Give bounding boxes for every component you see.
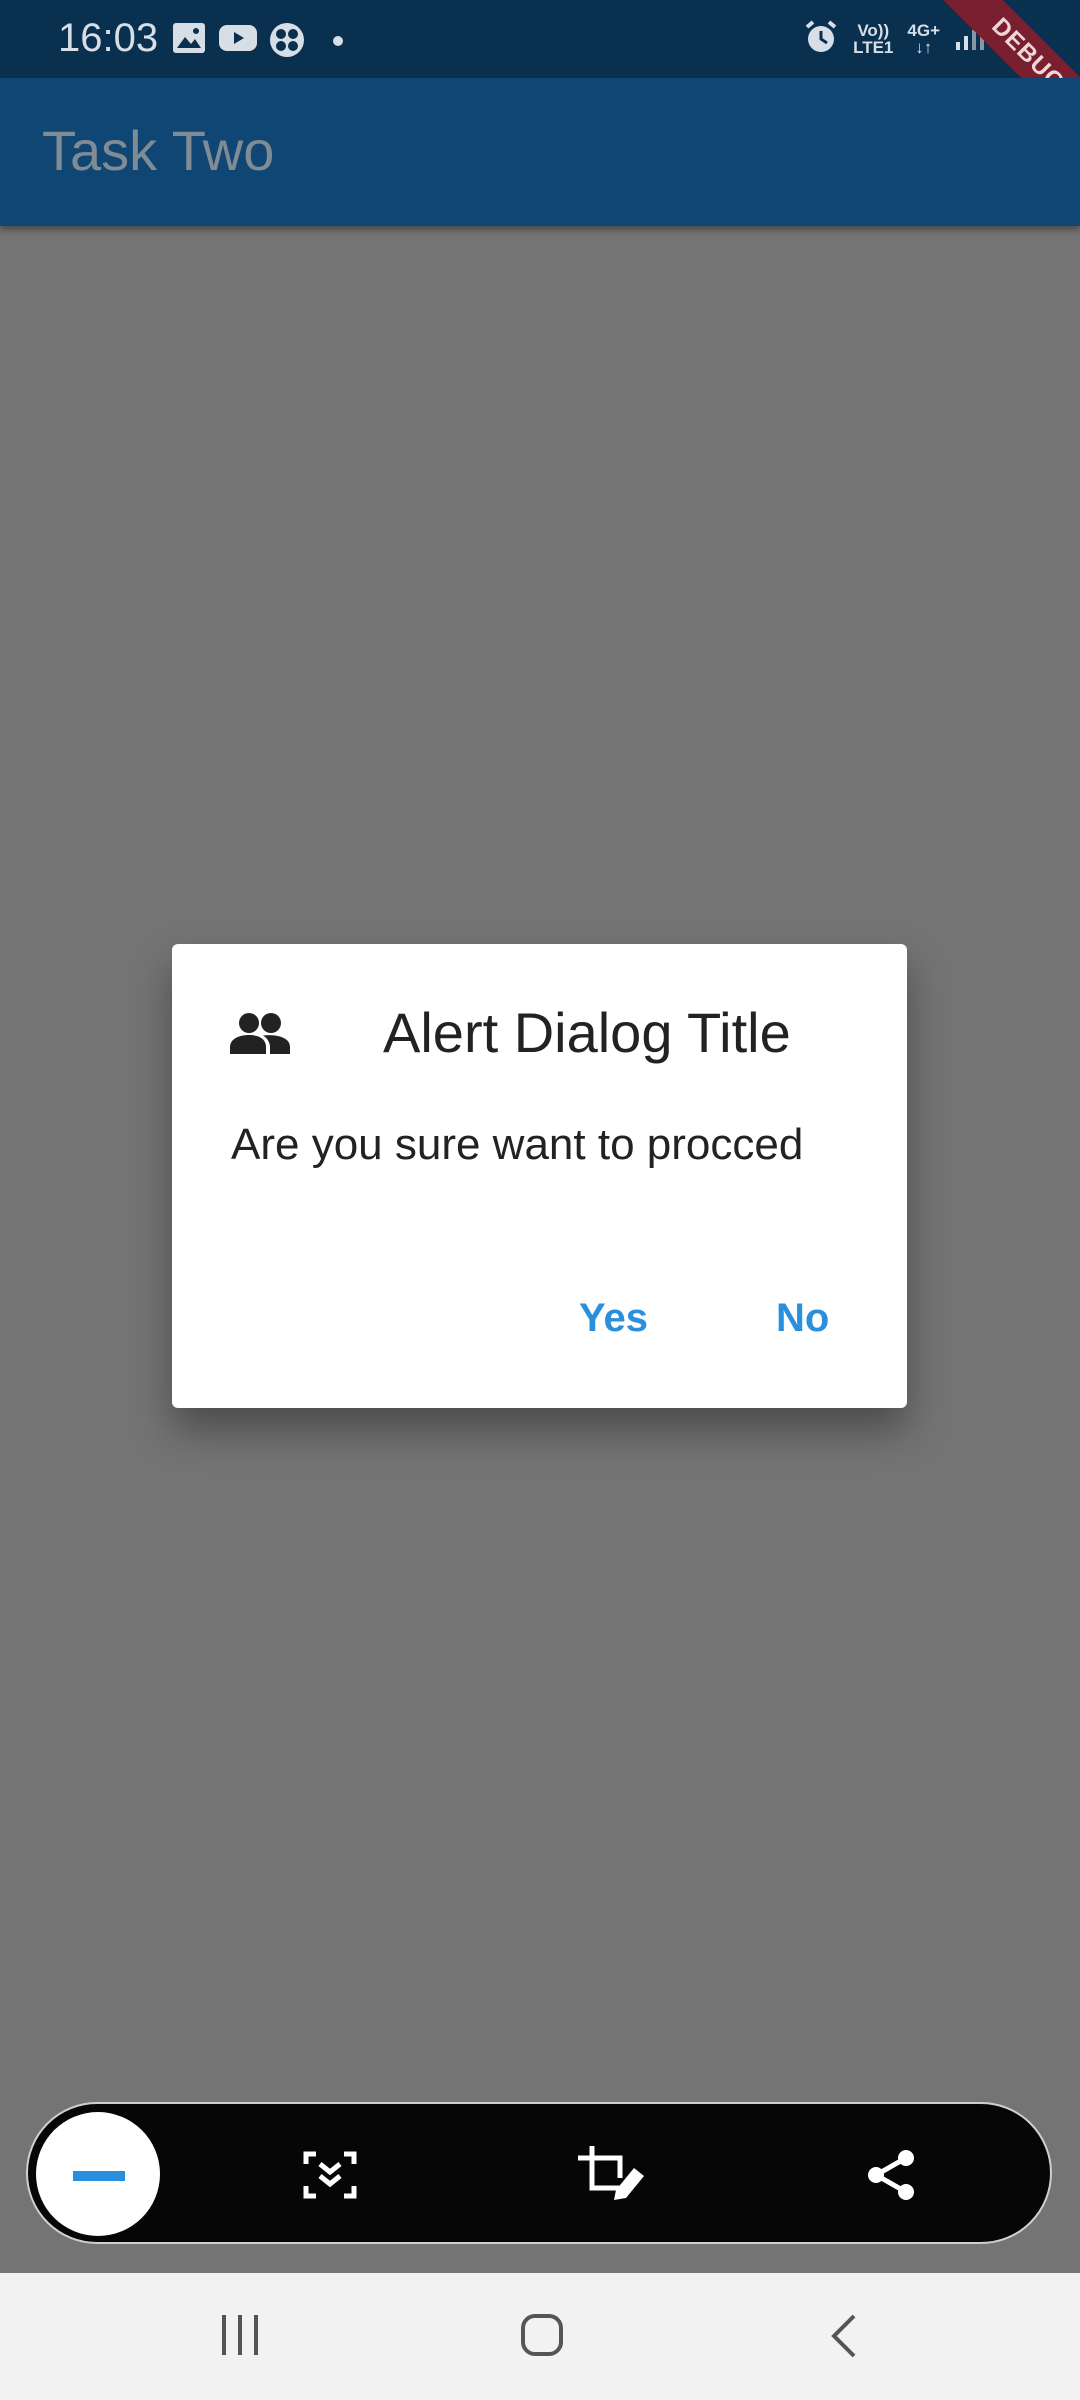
thumbnail-preview [73, 2171, 125, 2181]
data-arrows: ↓↑ [915, 38, 933, 57]
screenshot-toolbar [26, 2102, 1052, 2244]
people-icon [230, 1012, 290, 1061]
fan-icon [268, 22, 306, 63]
dialog-message: Are you sure want to procced [231, 1120, 804, 1169]
home-icon[interactable] [520, 2313, 564, 2362]
volte-indicator: Vo)) LTE1 [853, 22, 893, 56]
navigation-bar [0, 2273, 1080, 2400]
volte-label: Vo)) [857, 21, 890, 40]
dot-icon [333, 33, 343, 51]
app-bar-title: Task Two [42, 119, 275, 182]
image-icon [172, 22, 206, 59]
screenshot-thumbnail[interactable] [36, 2112, 160, 2236]
share-icon[interactable] [864, 2148, 918, 2207]
alarm-icon [803, 19, 839, 60]
recent-apps-icon[interactable] [220, 2313, 260, 2362]
data-indicator: 4G+ ↓↑ [907, 22, 940, 56]
status-bar: 16:03 Vo)) LTE1 4G+ ↓↑ [0, 0, 1080, 78]
lte-label: LTE1 [853, 38, 894, 57]
yes-button[interactable]: Yes [579, 1296, 648, 1341]
data-type-label: 4G+ [907, 21, 940, 40]
no-button[interactable]: No [776, 1296, 829, 1341]
dialog-title: Alert Dialog Title [383, 1001, 791, 1064]
app-bar: Task Two [0, 78, 1080, 226]
alert-dialog: Alert Dialog Title Are you sure want to … [172, 944, 907, 1408]
back-icon[interactable] [828, 2313, 858, 2364]
status-time: 16:03 [58, 16, 159, 60]
youtube-icon [218, 22, 258, 59]
scroll-capture-icon[interactable] [302, 2150, 358, 2205]
crop-edit-icon[interactable] [576, 2144, 648, 2207]
